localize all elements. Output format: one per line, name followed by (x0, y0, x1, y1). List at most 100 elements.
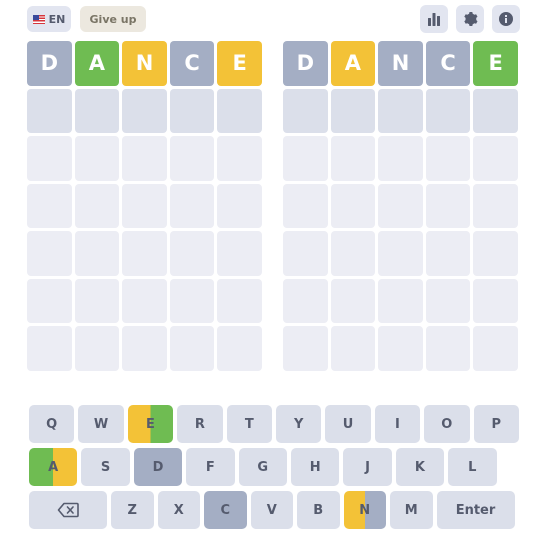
board-left: DANCE (27, 41, 264, 374)
letter-tile (378, 278, 423, 323)
letter-tile (425, 231, 471, 276)
key-l[interactable]: L (448, 448, 497, 486)
letter-tile (74, 88, 120, 133)
key-label: H (309, 459, 321, 475)
key-y[interactable]: Y (275, 405, 322, 443)
key-e[interactable]: E (127, 405, 174, 443)
key-label: R (194, 416, 205, 432)
key-z[interactable]: Z (111, 491, 154, 529)
key-label: M (404, 502, 418, 518)
key-n[interactable]: N (343, 491, 386, 529)
stats-icon (428, 13, 440, 26)
letter-tile (27, 326, 72, 371)
enter-key[interactable]: Enter (436, 491, 515, 529)
letter-tile (122, 231, 167, 276)
top-bar: EN Give up (0, 0, 550, 38)
letter-tile (330, 183, 376, 228)
board-row (27, 88, 264, 133)
letter-tile (27, 88, 72, 133)
letter-tile (217, 88, 262, 133)
key-f[interactable]: F (186, 448, 235, 486)
letter-tile (330, 231, 376, 276)
info-button[interactable] (492, 5, 520, 33)
key-label: C (220, 502, 231, 518)
letter-tile (330, 278, 376, 323)
key-a[interactable]: A (29, 448, 78, 486)
language-button[interactable]: EN (27, 6, 71, 32)
letter-tile (378, 183, 423, 228)
key-h[interactable]: H (290, 448, 340, 486)
letter-tile: N (122, 41, 167, 86)
key-t[interactable]: T (226, 405, 272, 443)
letter-tile (169, 326, 215, 371)
letter-tile: C (169, 41, 215, 86)
board-row (283, 231, 520, 276)
letter-tile: D (27, 41, 72, 86)
key-b[interactable]: B (297, 491, 340, 529)
key-label: P (491, 416, 501, 432)
letter-tile (378, 88, 423, 133)
key-g[interactable]: G (238, 448, 287, 486)
letter-tile (283, 183, 328, 228)
key-label: U (342, 416, 354, 432)
letter-tile (378, 231, 423, 276)
board-row (283, 326, 520, 371)
keyboard-row-3: Z X C V B N M Enter (29, 491, 519, 529)
key-v[interactable]: V (250, 491, 293, 529)
key-c[interactable]: C (204, 491, 247, 529)
key-w[interactable]: W (78, 405, 124, 443)
letter-tile (169, 88, 215, 133)
key-o[interactable]: O (424, 405, 470, 443)
backspace-key[interactable] (29, 491, 107, 529)
letter-tile (473, 278, 518, 323)
letter-tile (74, 136, 120, 181)
key-label: J (365, 459, 370, 475)
key-label: Y (293, 416, 304, 432)
backspace-icon (57, 502, 79, 518)
give-up-button[interactable]: Give up (80, 6, 146, 32)
key-j[interactable]: J (343, 448, 392, 486)
letter-tile (283, 326, 328, 371)
settings-gear-icon (464, 12, 478, 26)
board-row: DANCE (283, 41, 520, 86)
settings-button[interactable] (456, 5, 484, 33)
key-label: O (441, 416, 453, 432)
enter-label: Enter (455, 502, 496, 518)
on-screen-keyboard: Q W E R T Y U I O P A S D F G H J K L Z … (29, 405, 519, 534)
keyboard-row-1: Q W E R T Y U I O P (29, 405, 519, 443)
letter-tile (122, 326, 167, 371)
letter-tile (425, 183, 471, 228)
letter-tile (330, 326, 376, 371)
key-p[interactable]: P (473, 405, 519, 443)
letter-tile (122, 278, 167, 323)
letter-tile (425, 326, 471, 371)
letter-tile (74, 278, 120, 323)
letter-tile: E (217, 41, 262, 86)
letter-tile (473, 136, 518, 181)
letter-tile (473, 326, 518, 371)
key-label: W (93, 416, 109, 432)
key-label: D (152, 459, 164, 475)
key-x[interactable]: X (157, 491, 200, 529)
letter-tile (74, 231, 120, 276)
key-s[interactable]: S (81, 448, 130, 486)
key-r[interactable]: R (177, 405, 223, 443)
letter-tile (330, 88, 376, 133)
letter-tile: A (74, 41, 120, 86)
letter-tile (122, 88, 167, 133)
key-i[interactable]: I (374, 405, 421, 443)
key-q[interactable]: Q (29, 405, 75, 443)
letter-tile (27, 183, 72, 228)
board-row (27, 326, 264, 371)
key-u[interactable]: U (325, 405, 371, 443)
key-d[interactable]: D (133, 448, 183, 486)
letter-tile (169, 278, 215, 323)
key-m[interactable]: M (390, 491, 433, 529)
stats-button[interactable] (420, 5, 448, 33)
key-k[interactable]: K (395, 448, 445, 486)
letter-tile (425, 278, 471, 323)
letter-tile (283, 88, 328, 133)
letter-tile (217, 231, 262, 276)
key-label: K (414, 459, 425, 475)
letter-tile (169, 183, 215, 228)
